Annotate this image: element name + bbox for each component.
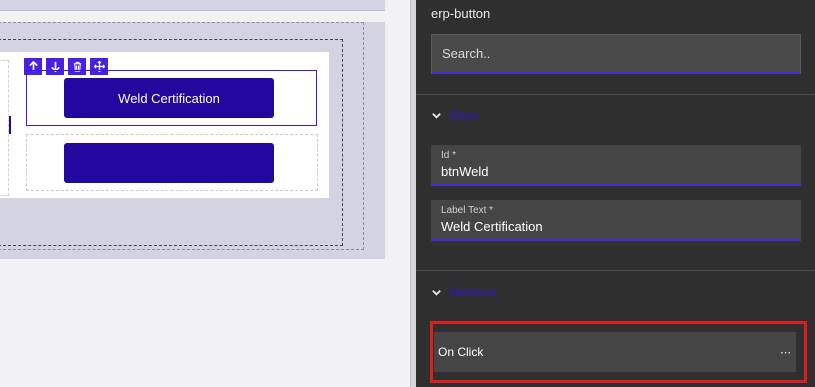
weld-certification-button[interactable]: Weld Certification — [64, 78, 274, 118]
on-click-label: On Click — [438, 345, 484, 359]
chevron-down-icon — [432, 289, 441, 296]
label-text-field-label: Label Text * — [441, 205, 494, 216]
label-text-field[interactable]: Label Text * Weld Certification — [431, 200, 801, 241]
canvas-top-strip — [0, 0, 385, 11]
section-behavior-toggle[interactable]: Behavior — [431, 285, 497, 299]
column-outline — [0, 60, 9, 196]
section-basic-label: Basic — [450, 108, 480, 122]
divider — [416, 94, 815, 95]
divider — [416, 270, 815, 271]
component-name: erp-button — [431, 6, 491, 21]
id-field[interactable]: Id * btnWeld — [431, 145, 801, 186]
chevron-down-icon — [432, 112, 441, 119]
properties-panel: erp-button Search.. Basic Id * btnWeld L… — [416, 0, 815, 387]
on-click-event-row[interactable]: On Click ⋯ — [434, 332, 796, 372]
layout-container[interactable]: Weld Certification — [0, 22, 385, 259]
label-text-field-value[interactable]: Weld Certification — [441, 219, 791, 234]
design-canvas: Weld Certification — [0, 0, 410, 387]
section-basic-toggle[interactable]: Basic — [431, 108, 479, 122]
property-search-input[interactable]: Search.. — [431, 34, 801, 74]
more-options-icon[interactable]: ⋯ — [780, 346, 791, 359]
id-field-label: Id * — [441, 150, 457, 161]
column-panel[interactable]: Weld Certification — [0, 52, 329, 198]
id-field-value[interactable]: btnWeld — [441, 164, 791, 179]
section-behavior-label: Behavior — [450, 285, 498, 299]
drop-indicator — [9, 116, 11, 134]
unlabeled-button[interactable] — [64, 143, 274, 183]
